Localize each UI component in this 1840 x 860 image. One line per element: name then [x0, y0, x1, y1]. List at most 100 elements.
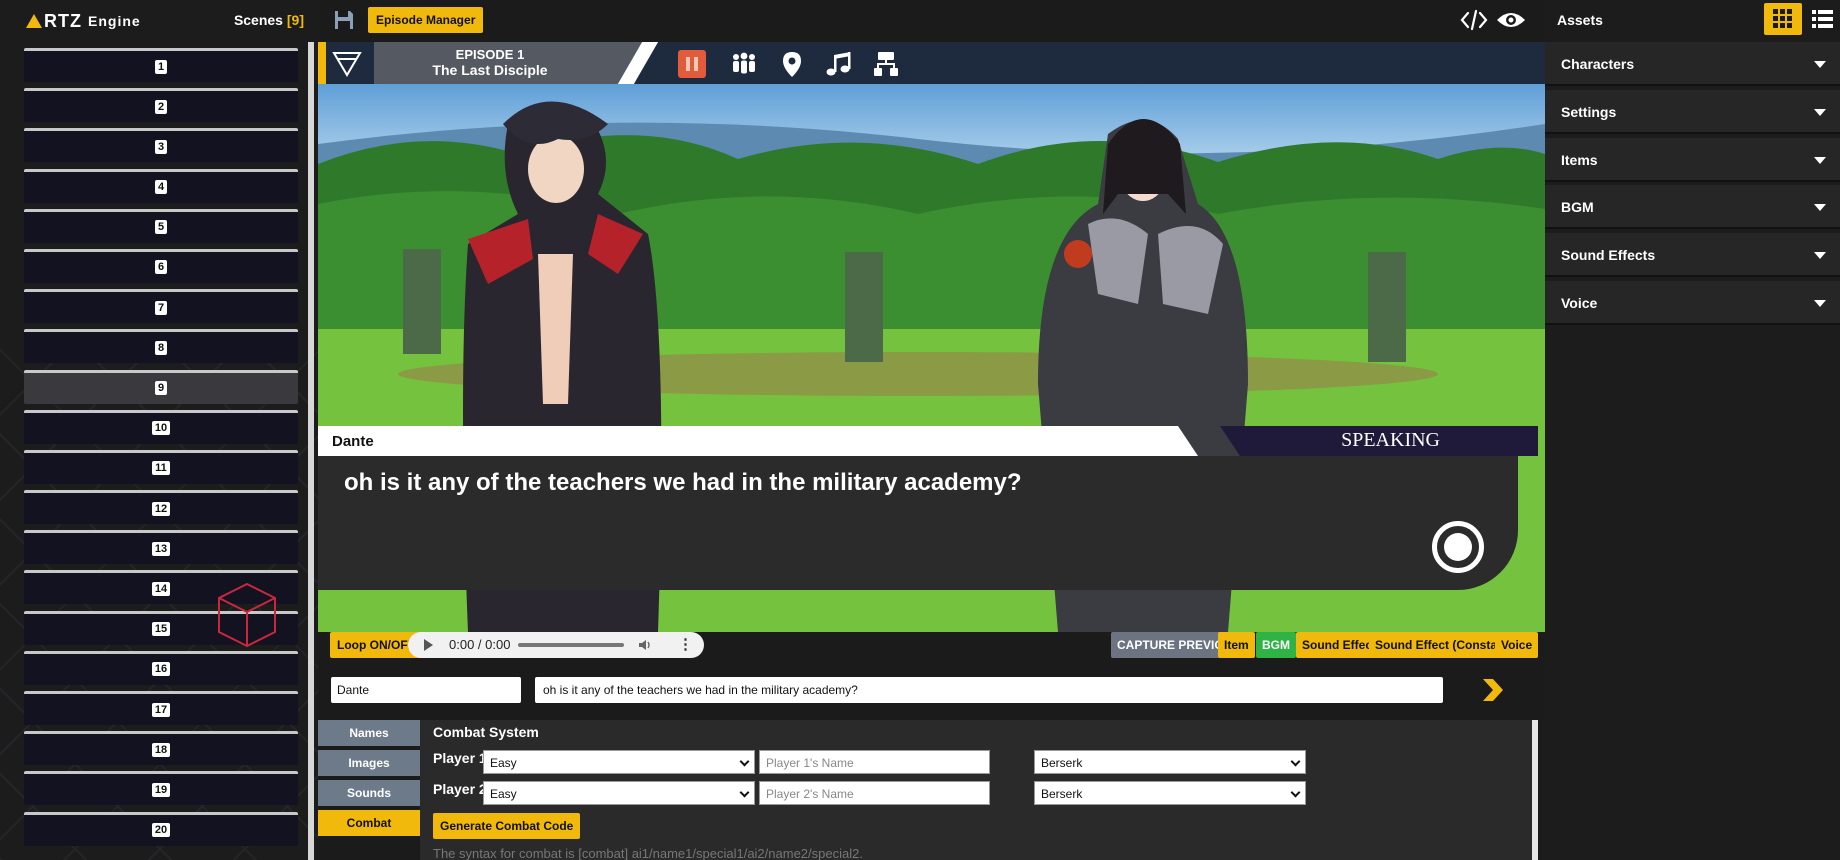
player2-difficulty-select[interactable]: Easy	[483, 781, 755, 805]
speaking-banner: SPEAKING	[1220, 426, 1538, 456]
location-pin-icon[interactable]	[778, 50, 806, 78]
speaker-name: Dante	[332, 433, 374, 450]
scene-item[interactable]: 20	[24, 811, 298, 846]
sidebar-scrollbar[interactable]	[308, 42, 314, 860]
generate-combat-code-button[interactable]: Generate Combat Code	[433, 813, 581, 839]
dialogue-input[interactable]	[535, 677, 1443, 703]
chevron-down-icon	[739, 756, 750, 767]
character-name-input[interactable]	[331, 677, 521, 703]
sitemap-icon[interactable]	[872, 50, 900, 78]
grid-view-icon[interactable]	[1764, 3, 1802, 35]
tab-names[interactable]: Names	[318, 720, 420, 746]
scene-number: 8	[154, 340, 168, 355]
player1-special-select[interactable]: Berserk	[1034, 750, 1306, 774]
bgm-button[interactable]: BGM	[1256, 632, 1296, 658]
logo-text: RTZ	[44, 10, 82, 31]
music-note-icon[interactable]	[824, 50, 852, 78]
scene-number: 16	[151, 662, 171, 677]
scene-number: 10	[151, 421, 171, 436]
episode-number: EPISODE 1	[455, 47, 525, 62]
audio-time: 0:00 / 0:00	[449, 637, 511, 652]
scene-item[interactable]: 18	[24, 731, 298, 766]
audio-progress-track[interactable]	[518, 643, 624, 647]
assets-section-bgm[interactable]: BGM	[1545, 185, 1840, 229]
save-icon[interactable]	[332, 8, 356, 32]
scene-item[interactable]: 7	[24, 289, 298, 324]
scene-number: 17	[151, 702, 171, 717]
chevron-down-icon	[1814, 300, 1826, 307]
speaking-label: SPEAKING	[1341, 429, 1440, 451]
chevron-down-icon	[739, 787, 750, 798]
pause-icon[interactable]	[678, 50, 706, 78]
scene-item[interactable]: 1	[24, 48, 298, 82]
scene-number: 11	[152, 461, 170, 476]
scenes-label-text: Scenes	[233, 12, 283, 28]
tab-combat[interactable]: Combat	[318, 810, 420, 836]
player2-difficulty-value: Easy	[490, 787, 517, 801]
voice-button[interactable]: Voice	[1495, 632, 1539, 658]
player2-special-select[interactable]: Berserk	[1034, 781, 1306, 805]
assets-section-items[interactable]: Items	[1545, 138, 1840, 182]
menu-triangle-icon[interactable]	[332, 48, 362, 78]
combat-syntax-help: The syntax for combat is [combat] ai1/na…	[433, 846, 863, 860]
episode-manager-button[interactable]: Episode Manager	[368, 7, 484, 33]
scene-item[interactable]: 6	[24, 248, 298, 283]
preview-eye-icon[interactable]	[1496, 10, 1526, 30]
scene-item[interactable]: 17	[24, 691, 298, 725]
assets-section-settings[interactable]: Settings	[1545, 90, 1840, 134]
section-label: Sound Effects	[1561, 247, 1656, 263]
scene-item[interactable]: 10	[24, 409, 298, 444]
scene-list: 1 2 3 4 5 6 7 8 9 10 11 12 13 14 15 16 17 18 19 20	[24, 48, 298, 852]
player1-name-input[interactable]: Player 1's Name	[759, 750, 990, 774]
player2-label: Player 2	[433, 781, 487, 797]
dialogue-controls: Loop ON/OFF 0:00 / 0:00 ⋮ CAPTURE PREVIO…	[318, 632, 1545, 720]
section-label: Voice	[1561, 295, 1598, 311]
assets-sidebar: Assets Characters Settings Items BGM Sou…	[1545, 0, 1840, 860]
list-view-icon[interactable]	[1807, 3, 1837, 35]
play-icon[interactable]	[424, 639, 433, 651]
scene-number: 3	[154, 139, 168, 154]
player2-name-input[interactable]: Player 2's Name	[759, 781, 990, 805]
scene-number: 20	[151, 823, 171, 838]
assets-section-voice[interactable]: Voice	[1545, 281, 1840, 325]
dialogue-advance-button[interactable]	[1432, 521, 1484, 573]
scene-item[interactable]: 11	[24, 449, 298, 484]
scene-item[interactable]: 16	[24, 650, 298, 685]
assets-section-characters[interactable]: Characters	[1545, 42, 1840, 86]
assets-section-sound-effects[interactable]: Sound Effects	[1545, 233, 1840, 277]
scene-item[interactable]: 2	[24, 88, 298, 123]
tool-tabs: Names Images Sounds Combat	[318, 720, 420, 840]
scene-item[interactable]: 5	[24, 208, 298, 243]
tab-images[interactable]: Images	[318, 750, 420, 776]
scene-number: 19	[151, 782, 171, 797]
send-chevron-icon[interactable]	[1480, 676, 1506, 704]
scene-number: 5	[154, 220, 168, 235]
episode-title-box: EPISODE 1 The Last Disciple	[374, 42, 646, 84]
combat-title: Combat System	[433, 724, 539, 740]
scenes-label: Scenes [9]	[234, 12, 304, 28]
item-button[interactable]: Item	[1218, 632, 1255, 658]
scenes-count: [9]	[286, 12, 304, 28]
player1-difficulty-select[interactable]: Easy	[483, 750, 755, 774]
chevron-down-icon	[1814, 204, 1826, 211]
scene-item[interactable]: 13	[24, 530, 298, 565]
scene-number: 15	[151, 622, 171, 637]
scene-item[interactable]: 19	[24, 771, 298, 806]
scene-item[interactable]: 9	[24, 369, 298, 404]
scene-item[interactable]: 8	[24, 329, 298, 364]
scene-item[interactable]: 4	[24, 168, 298, 203]
logo-subtext: Engine	[88, 13, 141, 29]
player2-special-value: Berserk	[1041, 787, 1083, 801]
scene-number: 7	[154, 300, 168, 315]
scene-item[interactable]: 3	[24, 128, 298, 163]
player1-difficulty-value: Easy	[490, 756, 517, 770]
section-label: Characters	[1561, 56, 1635, 72]
characters-group-icon[interactable]	[730, 50, 758, 78]
code-icon[interactable]	[1460, 9, 1488, 31]
scene-item[interactable]: 12	[24, 490, 298, 525]
episode-strip: EPISODE 1 The Last Disciple	[318, 42, 1545, 84]
volume-icon[interactable]	[638, 638, 652, 652]
tab-sounds[interactable]: Sounds	[318, 780, 420, 806]
scene-preview: EPISODE 1 The Last Disciple Dante SPEAKI…	[318, 42, 1545, 632]
more-options-icon[interactable]: ⋮	[678, 635, 693, 653]
